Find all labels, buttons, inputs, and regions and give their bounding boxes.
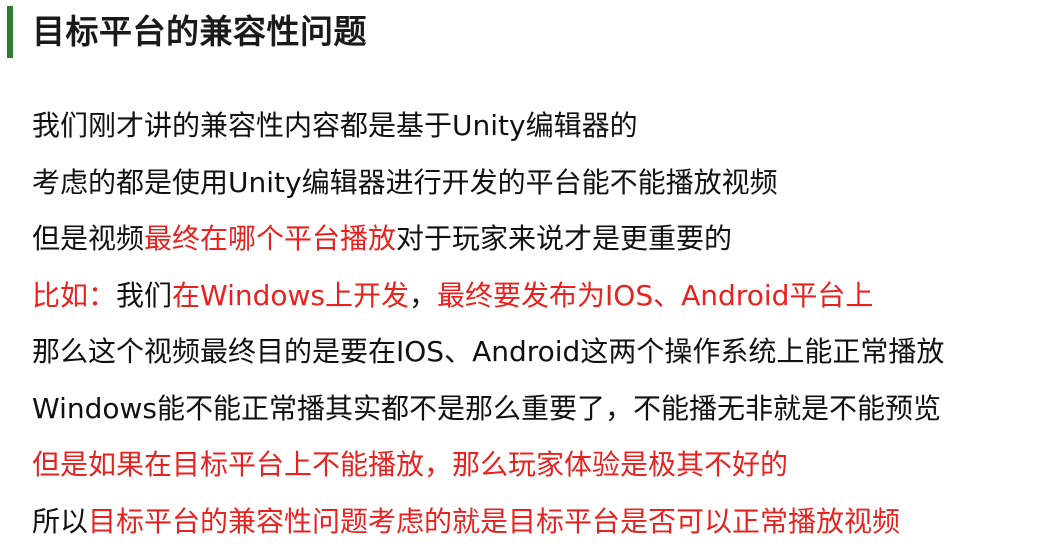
line-5-text: 那么这个视频最终目的是要在IOS、Android这两个操作系统上能正常播放 [32,335,944,368]
slide-title: 目标平台的兼容性问题 [32,10,367,54]
body-line-4: 比如：我们在Windows上开发，最终要发布为IOS、Android平台上 [32,268,1052,325]
line-8-highlight: 目标平台的兼容性问题考虑的就是目标平台是否可以正常播放视频 [88,505,900,538]
title-accent-bar [7,6,13,58]
body-line-5: 那么这个视频最终目的是要在IOS、Android这两个操作系统上能正常播放 [32,324,1052,381]
line-3-highlight: 最终在哪个平台播放 [144,222,396,255]
body-line-6: Windows能不能正常播其实都不是那么重要了，不能播无非就是不能预览 [32,381,1052,438]
body-line-8: 所以目标平台的兼容性问题考虑的就是目标平台是否可以正常播放视频 [32,494,1052,550]
body-line-2: 考虑的都是使用Unity编辑器进行开发的平台能不能播放视频 [32,155,1052,212]
line-4-prefix: 比如： [32,279,116,312]
line-1-text: 我们刚才讲的兼容性内容都是基于Unity编辑器的 [32,109,638,142]
body-line-3: 但是视频最终在哪个平台播放对于玩家来说才是更重要的 [32,211,1052,268]
line-2-text: 考虑的都是使用Unity编辑器进行开发的平台能不能播放视频 [32,166,778,199]
line-4-highlight-a: 在Windows上开发 [172,279,409,312]
line-3-text-a: 但是视频 [32,222,144,255]
line-3-text-b: 对于玩家来说才是更重要的 [396,222,732,255]
line-6-text: Windows能不能正常播其实都不是那么重要了，不能播无非就是不能预览 [32,392,941,425]
line-4-comma: ， [409,279,437,312]
body-line-1: 我们刚才讲的兼容性内容都是基于Unity编辑器的 [32,98,1052,155]
line-4-highlight-b: 最终要发布为IOS、Android平台上 [437,279,873,312]
line-4-text-a: 我们 [116,279,172,312]
line-7-highlight: 但是如果在目标平台上不能播放，那么玩家体验是极其不好的 [32,448,788,481]
body-line-7: 但是如果在目标平台上不能播放，那么玩家体验是极其不好的 [32,437,1052,494]
line-8-text-a: 所以 [32,505,88,538]
slide-body: 我们刚才讲的兼容性内容都是基于Unity编辑器的 考虑的都是使用Unity编辑器… [32,98,1052,550]
